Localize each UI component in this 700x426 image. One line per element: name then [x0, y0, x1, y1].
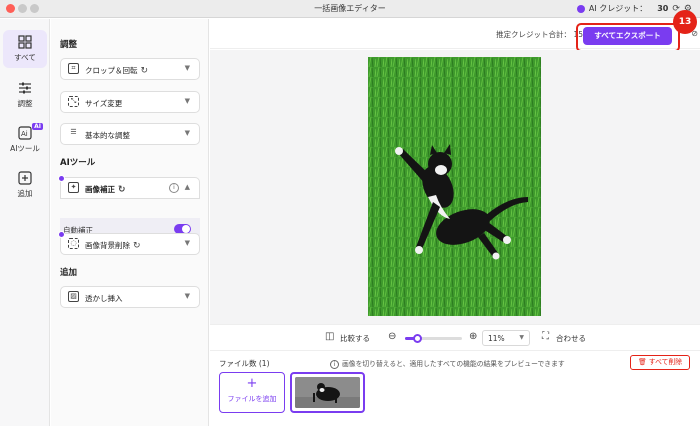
add-file-button[interactable]: + ファイルを追加: [219, 372, 285, 413]
nav-item-adjust[interactable]: 調整: [3, 76, 47, 114]
preview-canvas: [210, 50, 700, 324]
ai-indicator-dot: [58, 175, 65, 182]
ai-credit-value: 30: [657, 4, 669, 13]
trash-icon: 🗑: [637, 358, 647, 366]
ai-credit-area: AI クレジット： 30 ⟳ ⚙: [576, 3, 692, 14]
file-count: ファイル数 (1): [219, 359, 270, 368]
background-remove-icon: ◌: [68, 238, 79, 249]
add-file-label: ファイルを追加: [227, 395, 277, 403]
nav-item-ai-tools[interactable]: AI Ai AIツール: [3, 121, 47, 159]
zoom-toolbar: ◫ 比較する ⊖ ⊕ 11% ▼ ⛶ 合わせる: [210, 324, 700, 350]
chevron-down-icon: ▼: [184, 97, 190, 105]
tool-resize[interactable]: ⤡ サイズ変更 ▼: [60, 91, 200, 113]
zoom-level-select[interactable]: 11% ▼: [482, 330, 530, 346]
sliders-icon: [18, 81, 32, 95]
nav-item-label: すべて: [14, 53, 36, 62]
section-title-add: 追加: [60, 268, 78, 278]
chevron-down-icon: ▼: [519, 334, 524, 341]
ai-credit-icon: [576, 4, 585, 13]
nav-item-label: AIツール: [10, 144, 40, 153]
compare-button[interactable]: 比較する: [340, 333, 370, 344]
file-strip: ファイル数 (1) i 画像を切り替えると、適用したすべての機能の結果をプレビュー…: [210, 350, 700, 426]
nav-item-add[interactable]: 追加: [3, 166, 47, 204]
info-icon[interactable]: i: [169, 183, 179, 193]
thumbnail-image: [295, 377, 360, 408]
chevron-down-icon: ▼: [184, 129, 190, 137]
info-icon: i: [330, 360, 339, 369]
nav-item-label: 追加: [17, 189, 33, 198]
chevron-down-icon: ▼: [184, 292, 190, 300]
rotate-icon: ↻: [140, 66, 149, 76]
svg-text:Ai: Ai: [21, 130, 28, 138]
crop-icon: ⌗: [68, 63, 79, 74]
zoom-in-icon[interactable]: ⊕: [469, 331, 477, 342]
plus-square-icon: [18, 171, 32, 185]
nav-item-all[interactable]: すべて: [3, 30, 47, 68]
tool-background-remove[interactable]: ◌ 画像背景削除 ↻ ▼: [58, 231, 200, 255]
zoom-slider-knob[interactable]: [413, 334, 422, 343]
nav-item-label: 調整: [17, 99, 33, 108]
tool-label: サイズ変更: [85, 99, 123, 108]
ai-icon: Ai: [18, 126, 32, 140]
tool-label: クロップ＆回転 ↻: [85, 66, 149, 76]
tool-basic-adjust[interactable]: ☰ 基本的な調整 ▼: [60, 123, 200, 145]
tool-label: 透かし挿入: [85, 294, 123, 303]
tool-panel: 調整 ⌗ クロップ＆回転 ↻ ▼ ⤡ サイズ変更 ▼ ☰ 基本的な調整 ▼ AIツ…: [51, 19, 209, 426]
zoom-out-icon[interactable]: ⊖: [388, 331, 396, 342]
tool-label: 画像背景削除 ↻: [85, 241, 141, 251]
section-title-adjust: 調整: [60, 40, 78, 50]
left-navigation: すべて 調整 AI Ai AIツール 追加: [0, 19, 50, 426]
compare-icon[interactable]: ◫: [325, 331, 334, 342]
delete-all-button[interactable]: 🗑 すべて削除: [630, 355, 690, 370]
image-enhance-icon: ✦: [68, 182, 79, 193]
plus-icon: +: [246, 376, 258, 391]
tool-image-enhance[interactable]: ✦ 画像補正 ↻ i ▲: [58, 175, 200, 199]
ai-credit-label: AI クレジット：: [588, 4, 648, 13]
section-title-ai-tools: AIツール: [60, 158, 96, 168]
export-all-button[interactable]: すべてエクスポート: [583, 27, 672, 45]
image-icon: ▨: [68, 291, 79, 302]
zoom-slider[interactable]: [405, 334, 462, 343]
tool-watermark[interactable]: ▨ 透かし挿入 ▼: [60, 286, 200, 308]
main-area: 推定クレジット合計： 15 すべてエクスポート 13 ⊘ ◫ 比較する ⊖ ⊕ …: [210, 10, 700, 426]
grid-icon: [18, 35, 32, 49]
title-bar: 一括画像エディター AI クレジット： 30 ⟳ ⚙: [0, 0, 700, 18]
resize-icon: ⤡: [68, 96, 79, 107]
sliders-icon: ☰: [70, 128, 77, 136]
file-thumbnail[interactable]: [290, 372, 365, 413]
tool-label: 基本的な調整: [85, 131, 130, 140]
top-bar: 推定クレジット合計： 15 すべてエクスポート 13 ⊘: [210, 10, 700, 52]
ai-badge: AI: [32, 123, 43, 130]
refresh-icon: ↻: [118, 185, 126, 195]
chevron-down-icon: ▼: [184, 239, 190, 247]
close-icon[interactable]: ⊘: [691, 29, 698, 38]
preview-hint: i 画像を切り替えると、適用したすべての機能の結果をプレビューできます: [330, 358, 565, 369]
chevron-up-icon: ▲: [184, 183, 190, 191]
refresh-icon: ↻: [133, 241, 141, 251]
ai-indicator-dot: [58, 231, 65, 238]
tool-label: 画像補正 ↻: [85, 185, 126, 195]
fit-icon[interactable]: ⛶: [542, 331, 549, 342]
zoom-level-value: 11%: [488, 334, 505, 343]
fit-button[interactable]: 合わせる: [556, 333, 586, 344]
preview-image: [368, 57, 541, 316]
estimated-credit: 推定クレジット合計： 15: [496, 30, 583, 39]
tool-crop-rotate[interactable]: ⌗ クロップ＆回転 ↻ ▼: [60, 58, 200, 80]
chevron-down-icon: ▼: [184, 64, 190, 72]
